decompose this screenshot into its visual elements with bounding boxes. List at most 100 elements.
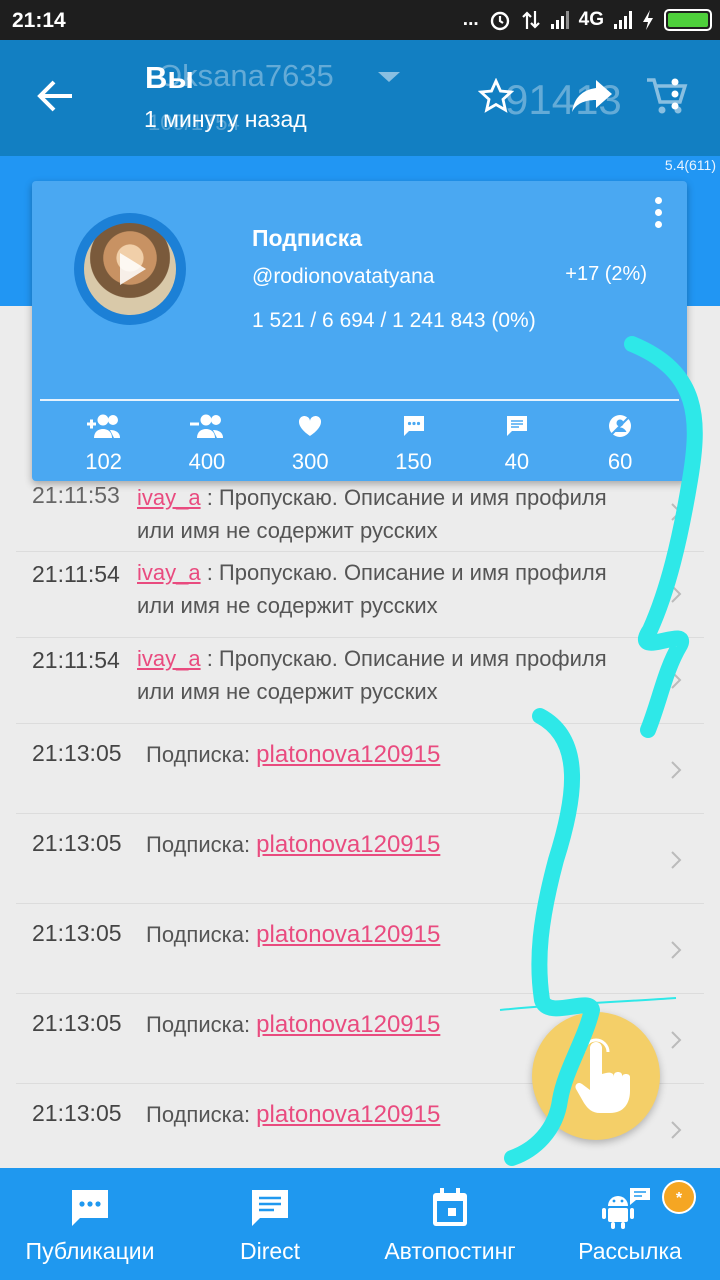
counter-likes: 300	[259, 409, 362, 475]
log-time: 21:11:53	[32, 482, 120, 508]
stats-card: Подписка @rodionovatatyana +17 (2%) 1 52…	[32, 181, 687, 481]
log-time: 21:13:05	[32, 1100, 122, 1126]
status-time: 21:14	[12, 9, 66, 32]
tab-direct[interactable]: Direct	[180, 1168, 360, 1280]
log-user-link[interactable]: platonova120915	[256, 921, 440, 948]
log-time: 21:11:54	[32, 647, 120, 673]
account-stats: 1 521 / 6 694 / 1 241 843 (0%)	[252, 309, 536, 332]
chevron-right-icon	[671, 941, 682, 959]
tab-label: Рассылка	[578, 1238, 682, 1264]
page-title: Вы	[145, 60, 194, 95]
log-user-link[interactable]: platonova120915	[256, 741, 440, 768]
chevron-right-icon	[671, 671, 682, 689]
more-vert-icon[interactable]	[655, 197, 663, 233]
tab-label: Автопостинг	[384, 1238, 516, 1264]
chevron-right-icon	[671, 1121, 682, 1139]
tap-action-button[interactable]	[532, 1012, 660, 1140]
comment-icon	[403, 416, 424, 436]
log-row[interactable]: 21:11:54 ivay_a : Пропускаю. Описание и …	[16, 638, 704, 724]
log-user-link[interactable]: platonova120915	[256, 831, 440, 858]
heart-icon	[299, 415, 322, 436]
counter-follows: 102	[52, 409, 155, 475]
counter-value: 40	[504, 449, 530, 474]
last-update-text: 1 минуту назад	[144, 106, 307, 132]
message-icon	[506, 416, 527, 436]
chevron-right-icon	[671, 503, 682, 521]
direct-icon	[252, 1190, 288, 1226]
log-row[interactable]: 21:11:54 ivay_a : Пропускаю. Описание и …	[16, 552, 704, 638]
tab-mailing[interactable]: Рассылка *	[540, 1168, 720, 1280]
data-transfer-icon	[521, 11, 540, 29]
log-message: ivay_a : Пропускаю. Описание и имя профи…	[137, 646, 607, 704]
action-counters: 102 400 300 150 40 60	[52, 409, 672, 475]
cart-icon[interactable]	[645, 74, 689, 118]
log-message: Подписка: platonova120915	[146, 741, 441, 768]
log-time: 21:13:05	[32, 920, 122, 946]
tab-label: Публикации	[25, 1238, 155, 1264]
unfollow-icon	[609, 415, 632, 437]
share-icon[interactable]	[570, 78, 614, 114]
tab-publications[interactable]: Публикации	[0, 1168, 180, 1280]
log-message: ivay_a : Пропускаю. Описание и имя профи…	[137, 560, 607, 618]
chevron-right-icon	[671, 585, 682, 603]
follower-delta: +17 (2%)	[565, 263, 647, 285]
screen: 21:14 ... 4G Oksana7635 100/1754 Вы 1 ми…	[0, 0, 720, 1280]
counter-value: 400	[188, 449, 226, 474]
add-person-icon	[86, 414, 120, 438]
log-user-link[interactable]: ivay_a	[137, 560, 201, 585]
counter-comments: 150	[362, 409, 465, 475]
log-time: 21:13:05	[32, 1010, 122, 1036]
tab-label: Direct	[239, 1238, 301, 1264]
counter-value: 102	[85, 449, 122, 474]
more-dots: ...	[462, 9, 479, 30]
tab-autoposting[interactable]: Автопостинг	[360, 1168, 540, 1280]
network-type: 4G	[578, 9, 604, 30]
signal-icon-2	[614, 11, 632, 29]
counter-value: 150	[395, 449, 432, 474]
touch-icon	[575, 1038, 630, 1113]
back-arrow-icon[interactable]	[36, 78, 74, 114]
status-icons: ... 4G	[463, 6, 712, 34]
log-time: 21:13:05	[32, 830, 122, 856]
log-user-link[interactable]: platonova120915	[256, 1101, 440, 1128]
status-bar: 21:14 ... 4G	[0, 0, 720, 40]
chevron-right-icon	[671, 1031, 682, 1049]
task-label: Подписка	[252, 225, 363, 251]
log-message: ivay_a : Пропускаю. Описание и имя профи…	[137, 485, 607, 543]
log-user-link[interactable]: ivay_a	[137, 485, 201, 510]
calendar-icon	[433, 1188, 467, 1226]
log-message: Подписка: platonova120915	[146, 831, 441, 858]
log-row[interactable]: 21:13:05 Подписка: platonova120915	[16, 724, 704, 814]
counter-value: 60	[607, 449, 633, 474]
counter-unfollow-check: 60	[568, 409, 671, 475]
log-time: 21:11:54	[32, 561, 120, 587]
log-user-link[interactable]: platonova120915	[256, 1011, 440, 1038]
battery-icon	[664, 9, 712, 31]
remove-person-icon	[189, 414, 223, 438]
android-icon	[602, 1188, 650, 1229]
log-user-link[interactable]: ivay_a	[137, 646, 201, 671]
counter-unfollows: 400	[155, 409, 258, 475]
chevron-right-icon	[671, 851, 682, 869]
log-time: 21:13:05	[32, 740, 122, 766]
notification-badge: *	[662, 1180, 696, 1214]
account-dropdown-icon[interactable]	[378, 72, 400, 82]
publications-icon	[72, 1190, 108, 1226]
counter-messages: 40	[465, 409, 568, 475]
signal-icon	[550, 11, 569, 29]
divider	[40, 399, 679, 401]
app-bar: Oksana7635 100/1754 Вы 1 минуту назад 91…	[0, 40, 720, 156]
star-icon[interactable]	[478, 78, 514, 114]
alarm-icon	[490, 11, 509, 31]
log-row[interactable]: 21:13:05 Подписка: platonova120915	[16, 904, 704, 994]
avatar-ring[interactable]	[74, 213, 186, 325]
bottom-nav: Публикации Direct Автопостинг Рассылка *	[0, 1168, 720, 1280]
log-row[interactable]: 21:13:05 Подписка: platonova120915	[16, 814, 704, 904]
counter-value: 300	[291, 449, 329, 474]
target-username: @rodionovatatyana	[252, 265, 435, 288]
avatar	[84, 223, 176, 315]
app-version: 5.4(611)	[664, 157, 716, 173]
charging-icon	[643, 10, 653, 30]
log-message: Подписка: platonova120915	[146, 921, 441, 948]
play-icon	[120, 253, 146, 285]
